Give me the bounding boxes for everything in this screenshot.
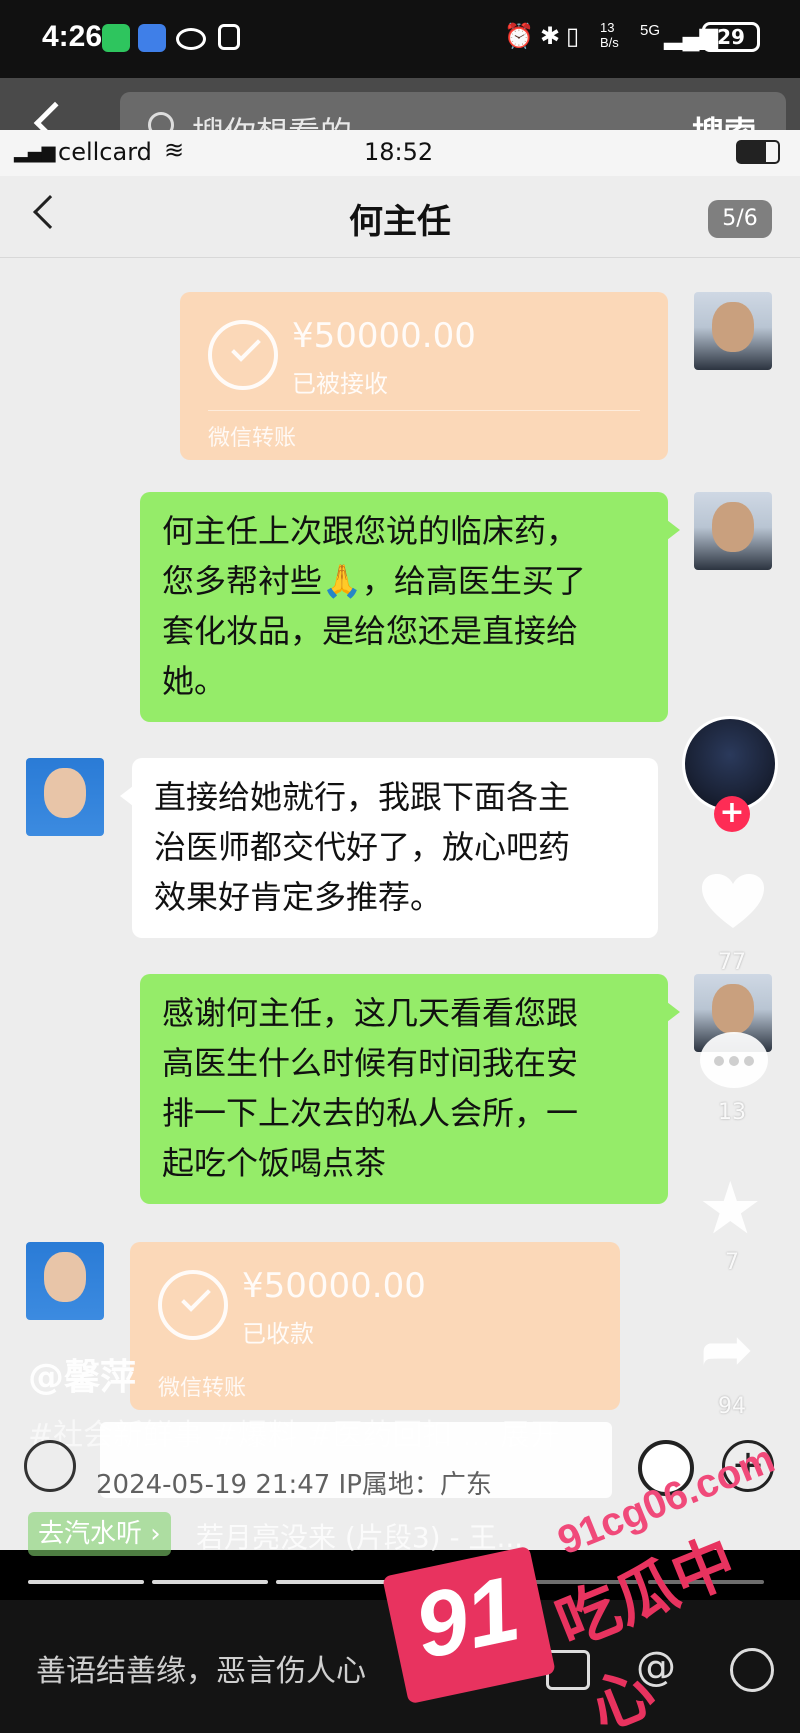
share-count: 94 (718, 1394, 746, 1419)
message-line: 起吃个饭喝点茶 (162, 1144, 387, 1182)
bluetooth-icon: ✱ (540, 23, 561, 50)
comment-input[interactable]: 善语结善缘，恶言伤人心 (36, 1646, 366, 1690)
music-title[interactable]: 若月亮没来 (片段3) - 王... (196, 1516, 523, 1556)
wechat-icon (102, 24, 130, 52)
message-line: 效果好肯定多推荐。 (154, 878, 443, 916)
page-indicator: 5/6 (708, 200, 772, 238)
message-line: 她。 (162, 662, 227, 700)
favorite-icon[interactable]: ★ (698, 1172, 763, 1244)
progress-segment (152, 1580, 268, 1584)
transfer-card: ¥50000.00 已被接收 微信转账 (180, 292, 668, 460)
os-time: 4:26 (42, 20, 103, 53)
message-bubble-sent: 感谢何主任，这几天看看您跟 高医生什么时候有时间我在安 排一下上次去的私人会所，… (140, 974, 680, 1204)
carrier-name: cellcard (58, 138, 152, 166)
message-bubble-sent: 何主任上次跟您说的临床药， 您多帮衬些🙏，给高医生买了 套化妆品，是给您还是直接… (140, 492, 680, 722)
message-line: 您多帮衬些🙏，给高医生买了 (162, 562, 586, 600)
vibrate-icon: ▯ (566, 23, 580, 50)
watermark-number: 91 (406, 1557, 528, 1679)
follow-button[interactable]: + (714, 796, 750, 832)
message-line: 感谢何主任，这几天看看您跟 (162, 994, 579, 1032)
chat-title: 何主任 (349, 202, 451, 242)
comment-icon[interactable] (700, 1032, 768, 1088)
message-line: 套化妆品，是给您还是直接给 (162, 612, 579, 650)
share-icon[interactable]: ➦ (700, 1318, 754, 1382)
message-line: 排一下上次去的私人会所，一 (162, 1094, 579, 1132)
alarm-icon: ⏰ (504, 23, 534, 50)
avatar-me (694, 492, 772, 570)
inner-time: 18:52 (364, 138, 434, 166)
like-icon[interactable] (700, 872, 766, 932)
avatar-me (694, 292, 772, 370)
signal-bars-icon: ▂▄▆ (14, 142, 56, 163)
favorite-count: 7 (725, 1250, 739, 1275)
music-app-badge[interactable]: 去汽水听 › (28, 1512, 171, 1556)
message-bubble-received: 直接给她就行，我跟下面各主 治医师都交代好了，放心吧药 效果好肯定多推荐。 (120, 758, 658, 938)
transfer-amount: ¥50000.00 (292, 316, 476, 356)
comment-count: 13 (718, 1100, 746, 1125)
message-line: 直接给她就行，我跟下面各主 (154, 778, 571, 816)
transfer-status: 已收款 (242, 1320, 314, 1348)
inner-battery-icon (736, 140, 780, 164)
transfer-footer: 微信转账 (158, 1376, 247, 1401)
post-meta: 2024-05-19 21:47 IP属地：广东 (96, 1470, 492, 1500)
like-count: 77 (718, 950, 746, 975)
transfer-divider (208, 410, 640, 411)
inner-status-bar: ▂▄▆ cellcard ≋ 18:52 (0, 130, 800, 176)
net-type: 5G (640, 22, 661, 39)
avatar-doctor (26, 758, 104, 836)
progress-segment (28, 1580, 144, 1584)
wifi-app-icon (138, 24, 166, 52)
wifi-icon: ≋ (164, 136, 185, 164)
transfer-amount: ¥50000.00 (242, 1266, 426, 1306)
progress-segment (276, 1580, 392, 1584)
video-tags[interactable]: #社会新鲜事 #爆料 #医药回扣 ... 展开 (28, 1410, 560, 1454)
message-line: 何主任上次跟您说的临床药， (162, 512, 579, 550)
check-icon (208, 320, 278, 390)
message-line: 高医生什么时候有时间我在安 (162, 1044, 579, 1082)
battery-indicator: 29 (702, 22, 760, 52)
eye-icon (176, 28, 206, 50)
author-name[interactable]: @馨萍 (28, 1348, 136, 1400)
video-frame[interactable]: ▂▄▆ cellcard ≋ 18:52 何主任 5/6 ¥50000.00 已… (0, 130, 800, 1550)
os-status-bar: 4:26 ⏰ ✱ ▯ 13 B/s 5G ▂▄▆ 29 (0, 0, 800, 78)
avatar-doctor (26, 1242, 104, 1320)
nfc-icon (218, 24, 240, 50)
message-line: 治医师都交代好了，放心吧药 (154, 828, 571, 866)
check-icon (158, 1270, 228, 1340)
net-speed: 13 B/s (600, 20, 619, 50)
audio-wave-icon[interactable] (24, 1440, 76, 1492)
transfer-card: ¥50000.00 已收款 微信转账 (130, 1242, 620, 1410)
transfer-footer: 微信转账 (208, 426, 297, 451)
transfer-status: 已被接收 (292, 370, 388, 398)
